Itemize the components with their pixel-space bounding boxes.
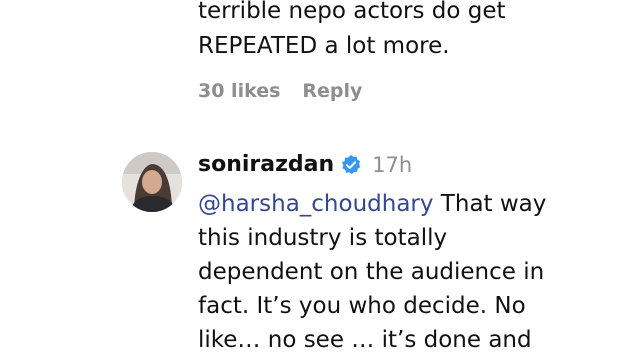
comment-line: @harsha_choudhary That way [198,187,578,221]
comment-line: this industry is totally [198,225,448,251]
likes-count-button[interactable]: 30 likes [198,80,280,102]
comment-line: fact. It’s you who decide. No [198,293,526,319]
mention-link[interactable]: @harsha_choudhary [198,191,434,217]
verified-badge-icon [342,154,361,175]
previous-comment-line: terrible nepo actors do get [198,0,506,24]
comment-line: dependent on the audience in [198,259,545,285]
comment-line: like… no see … it’s done and [198,327,532,353]
avatar[interactable] [122,152,182,212]
comment-header: sonirazdan 17h [198,150,412,180]
previous-comment-line: REPEATED a lot more. [198,33,450,59]
comment-time: 17h [372,153,413,177]
avatar-photo [122,152,182,212]
reply-button[interactable]: Reply [302,80,362,102]
comments-screen: terrible nepo actors do get REPEATED a l… [0,0,640,360]
previous-comment-actions: 30 likes Reply [198,80,362,102]
username-link[interactable]: sonirazdan [198,150,334,180]
comment-body: @harsha_choudhary That way this industry… [198,187,578,357]
previous-comment-text: terrible nepo actors do get REPEATED a l… [198,0,558,64]
comment-line-text: That way [433,191,547,217]
